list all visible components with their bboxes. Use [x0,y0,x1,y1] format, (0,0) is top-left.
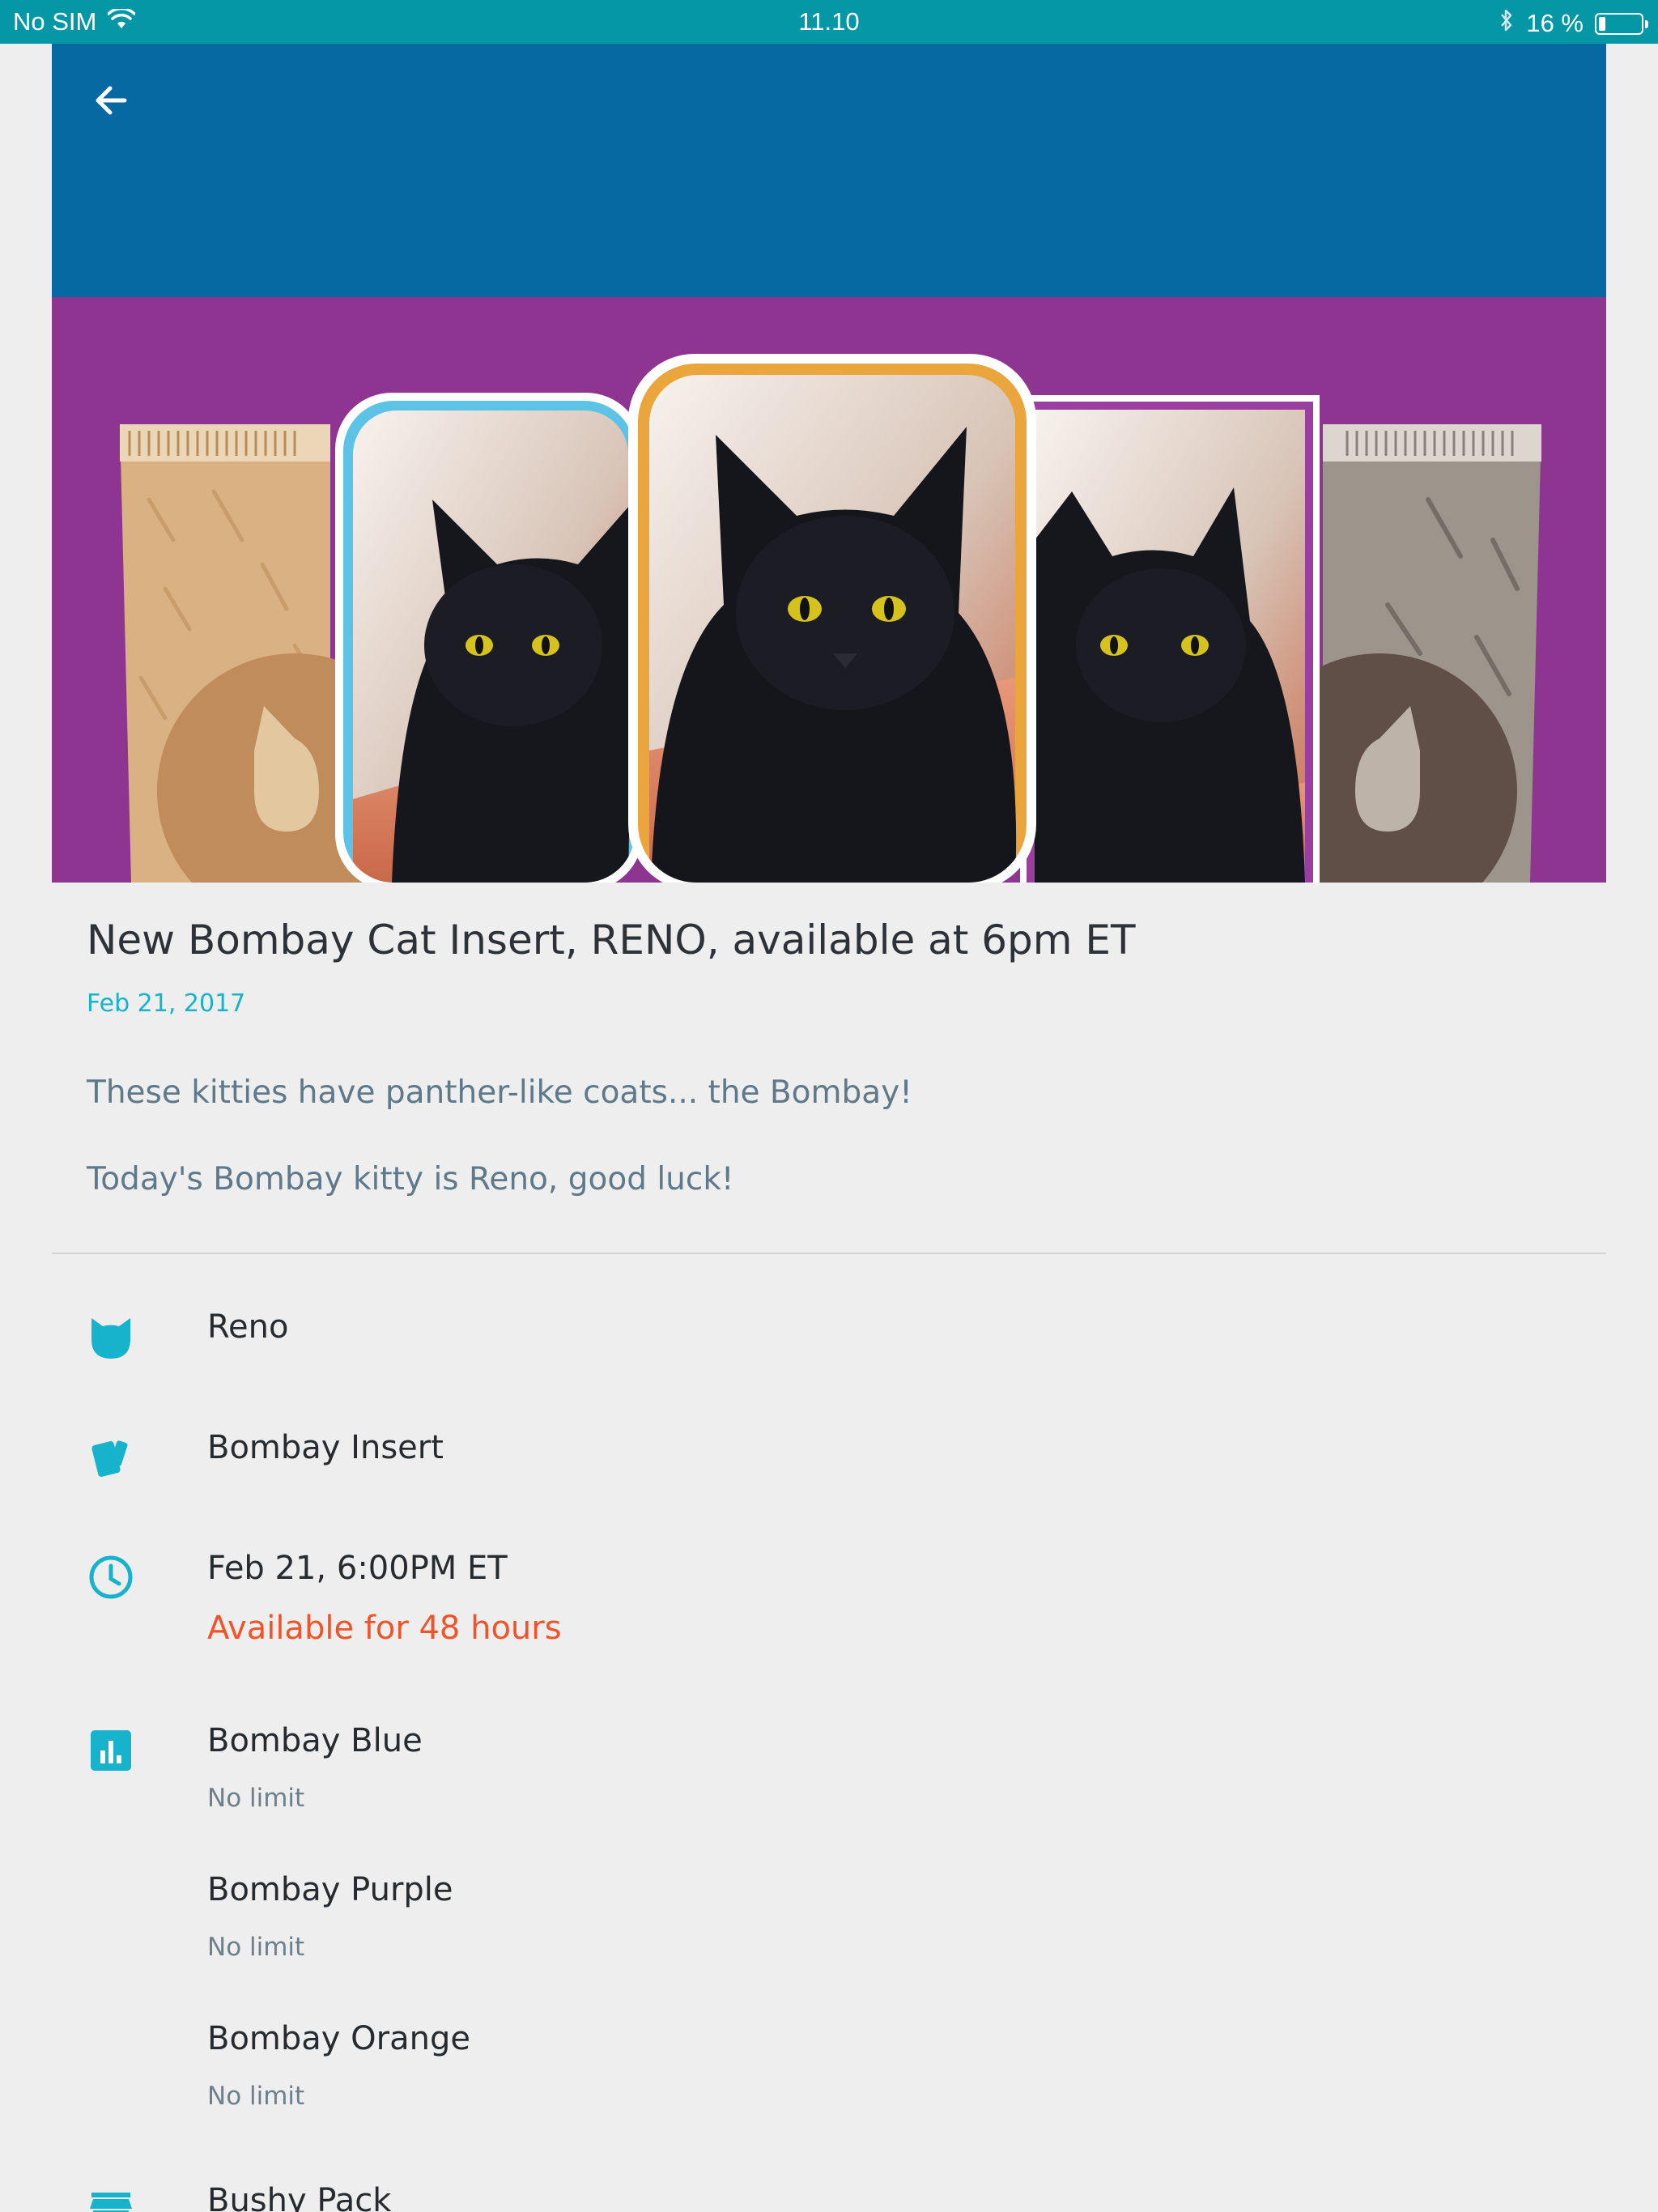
insert-name: Bombay Insert [207,1429,444,1466]
clock-icon [87,1553,135,1602]
back-button[interactable] [86,74,138,126]
clock-label: 11.10 [798,7,860,36]
app-bar [52,44,1606,297]
card-purple [1020,395,1320,883]
cat-name: Reno [207,1308,289,1346]
card-blue [335,393,643,883]
hero-illustration [120,354,1541,883]
bluetooth-icon [1499,7,1515,40]
hero-image [52,297,1606,883]
battery-level [1599,16,1605,31]
availability-notice: Available for 48 hours [207,1610,562,1647]
store-icon [87,2186,135,2212]
bar-chart-icon [87,1726,135,1775]
arrow-left-icon [96,86,127,115]
variant-name: Bombay Purple [207,1871,453,1908]
variant-limit: No limit [207,1784,305,1813]
article-title: New Bombay Cat Insert, RENO, available a… [87,917,1136,963]
card-orange [628,354,1036,883]
cards-icon [87,1433,135,1482]
article-paragraph: Today's Bombay kitty is Reno, good luck! [87,1161,734,1197]
article-paragraph: These kitties have panther-like coats...… [87,1074,912,1111]
variant-name: Bombay Blue [207,1722,423,1759]
status-bar: No SIM 11.10 16 % [0,0,1658,44]
variant-limit: No limit [207,1933,305,1962]
variant-name: Bombay Orange [207,2020,470,2057]
article-date: Feb 21, 2017 [87,989,246,1018]
cat-face-icon [87,1313,135,1362]
battery-percent: 16 % [1526,9,1584,37]
article-card: New Bombay Cat Insert, RENO, available a… [52,44,1606,2212]
pack-name: Bushy Pack [207,2182,392,2212]
battery-icon [1595,12,1648,35]
release-time: Feb 21, 6:00PM ET [207,1550,508,1587]
variant-limit: No limit [207,2082,305,2111]
divider [52,1253,1606,1254]
